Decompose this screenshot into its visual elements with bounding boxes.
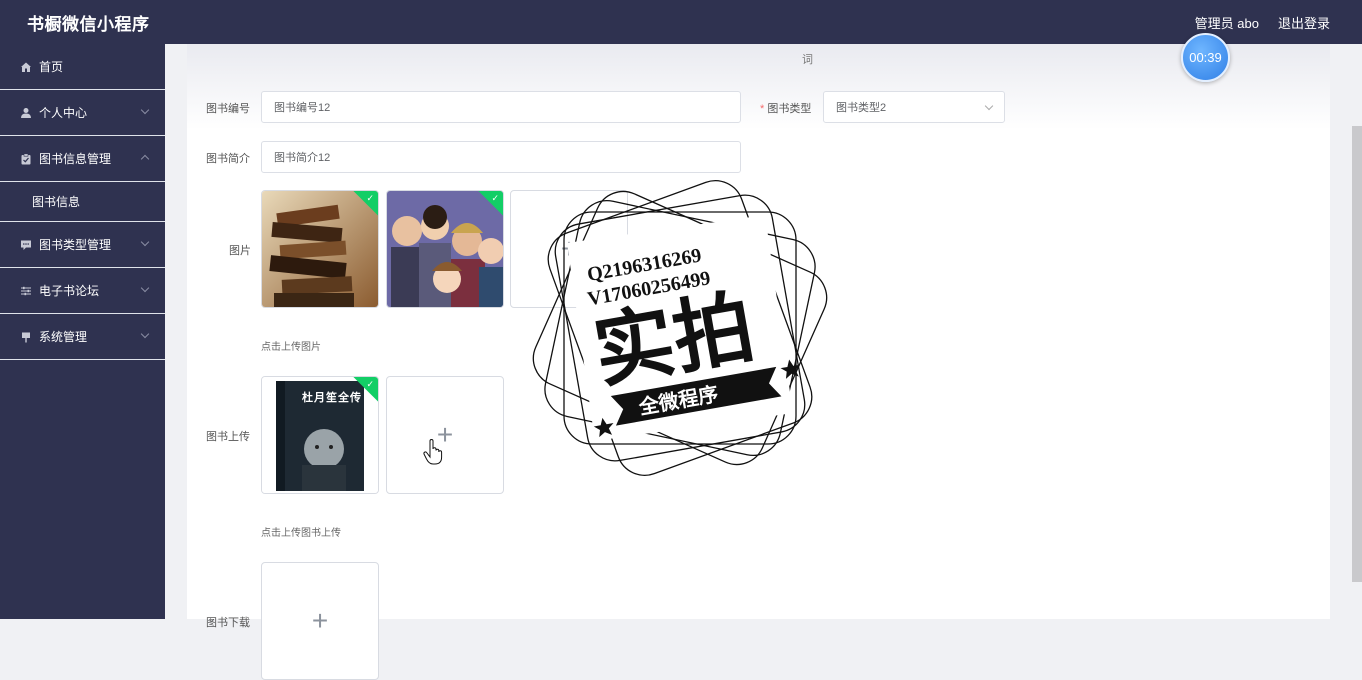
main-content: 词 图书编号 图书编号12 * 图书类型 图书类型2 图书简介 图书简介12 图… xyxy=(165,44,1362,680)
chevron-up-icon xyxy=(140,154,150,164)
scrollbar[interactable] xyxy=(1352,126,1362,582)
book-type-label-text: 图书类型 xyxy=(767,103,812,115)
book-type-select[interactable]: 图书类型2 xyxy=(823,91,1005,123)
sidebar-item-label: 图书类型管理 xyxy=(39,238,112,252)
sidebar-item-label: 电子书论坛 xyxy=(39,284,100,298)
top-bar: 书橱微信小程序 管理员 abo 退出登录 xyxy=(0,0,1362,44)
image-hint: 点击上传图片 xyxy=(261,342,321,353)
intro-input[interactable]: 图书简介12 xyxy=(261,141,741,173)
intro-value: 图书简介12 xyxy=(274,152,331,164)
hand-cursor-icon xyxy=(423,439,443,465)
app-title: 书橱微信小程序 xyxy=(27,14,150,34)
sidebar-item-label: 图书信息管理 xyxy=(39,152,112,166)
add-download-file-button[interactable]: + xyxy=(261,562,379,680)
flag-icon xyxy=(19,330,33,344)
chevron-down-icon xyxy=(984,101,994,111)
check-icon: ✓ xyxy=(491,193,499,203)
add-book-file-button[interactable]: + xyxy=(386,376,504,494)
uploaded-book-cover[interactable]: 杜月笙全传 ✓ xyxy=(261,376,379,494)
add-image-button[interactable]: + xyxy=(510,190,628,308)
sidebar: 首页 个人中心 图书信息管理 图书信息 图书类型管理 电子书论坛 系统管理 xyxy=(0,44,165,619)
book-no-input[interactable]: 图书编号12 xyxy=(261,91,741,123)
sidebar-item-ebook-forum[interactable]: 电子书论坛 xyxy=(0,268,165,314)
header-text: 词 xyxy=(802,54,813,66)
people-photo xyxy=(387,191,503,307)
user-icon xyxy=(19,106,33,120)
required-mark: * xyxy=(760,103,765,115)
sidebar-item-book-type-manage[interactable]: 图书类型管理 xyxy=(0,222,165,268)
upload-hint: 点击上传图书上传 xyxy=(261,528,341,539)
check-icon: ✓ xyxy=(366,193,374,203)
intro-label: 图书简介 xyxy=(206,153,250,165)
book-type-label: * 图书类型 xyxy=(760,100,811,116)
sidebar-item-label: 个人中心 xyxy=(39,106,88,120)
sidebar-subitem-book-info[interactable]: 图书信息 xyxy=(0,182,165,222)
download-label: 图书下载 xyxy=(206,617,250,629)
chat-icon xyxy=(19,238,33,252)
sidebar-item-label: 首页 xyxy=(39,60,64,74)
chevron-down-icon xyxy=(140,283,150,293)
sidebar-item-label: 图书信息 xyxy=(32,195,81,209)
admin-label: 管理员 abo xyxy=(1194,15,1259,31)
book-type-value: 图书类型2 xyxy=(836,102,887,114)
form-card: 词 图书编号 图书编号12 * 图书类型 图书类型2 图书简介 图书简介12 图… xyxy=(187,44,1330,680)
sidebar-item-home[interactable]: 首页 xyxy=(0,44,165,90)
uploaded-image-people[interactable]: ✓ xyxy=(386,190,504,308)
books-photo xyxy=(262,191,378,307)
image-label: 图片 xyxy=(229,245,251,257)
book-no-label: 图书编号 xyxy=(206,103,250,115)
book-cover-title: 杜月笙全传 xyxy=(302,392,362,404)
book-no-value: 图书编号12 xyxy=(274,102,331,114)
sidebar-item-profile[interactable]: 个人中心 xyxy=(0,90,165,136)
logout-link[interactable]: 退出登录 xyxy=(1278,13,1330,32)
uploaded-image-books[interactable]: ✓ xyxy=(261,190,379,308)
recording-timer: 00:39 xyxy=(1181,33,1230,82)
sliders-icon xyxy=(19,284,33,298)
sidebar-item-system-manage[interactable]: 系统管理 xyxy=(0,314,165,360)
sidebar-item-book-info-manage[interactable]: 图书信息管理 xyxy=(0,136,165,182)
plus-icon: + xyxy=(311,605,329,636)
chevron-down-icon xyxy=(140,237,150,247)
upload-label: 图书上传 xyxy=(206,431,250,443)
check-icon: ✓ xyxy=(366,379,374,389)
sidebar-item-label: 系统管理 xyxy=(39,330,88,344)
home-icon xyxy=(19,60,33,74)
clipboard-icon xyxy=(19,152,33,166)
chevron-down-icon xyxy=(140,105,150,115)
chevron-down-icon xyxy=(140,329,150,339)
plus-icon: + xyxy=(560,233,578,264)
